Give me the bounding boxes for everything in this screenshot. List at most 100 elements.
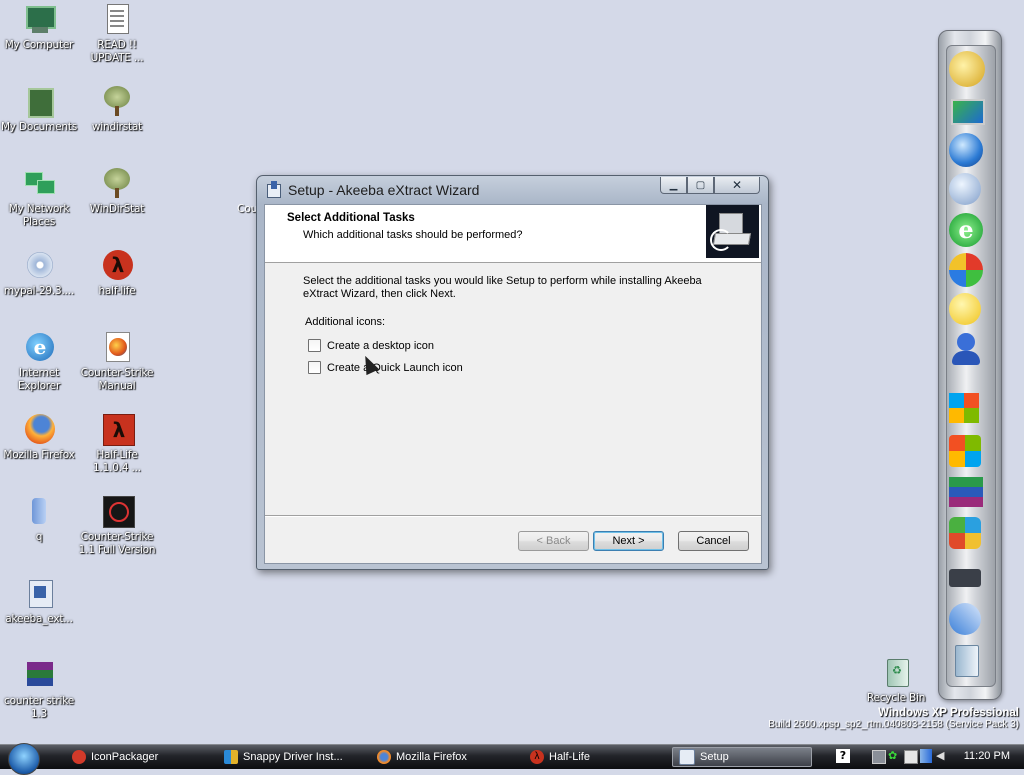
os-version-watermark: Windows XP Professional Build 2600.xpsp_… [768,707,1019,730]
tray-window-icon[interactable] [904,750,918,764]
taskbar-item-iconpackager[interactable]: IconPackager [72,747,158,767]
windows-orb-icon [8,743,40,775]
monitor-icon[interactable] [949,93,987,131]
instructions-text: Select the additional tasks you would li… [303,275,702,300]
page-subtitle: Which additional tasks should be perform… [303,229,523,241]
desktop-icon-counter-strike-13[interactable]: counter strike 1.3 [0,660,78,721]
taskbar-item-label: IconPackager [91,751,159,763]
help-icon[interactable]: ? [836,749,850,763]
text-document-icon [100,4,134,36]
taskbar-item-snappy-driver[interactable]: Snappy Driver Inst... [224,747,343,767]
smiley-icon[interactable] [949,293,987,331]
firefox-document-icon [100,332,134,364]
setup-window: Setup - Akeeba eXtract Wizard ▁ ▢ ✕ Sele… [256,175,769,570]
green-tray-icon[interactable]: ✿ [888,750,900,762]
desktop-icon-mozilla-firefox[interactable]: Mozilla Firefox [0,414,78,462]
folder-icon [22,496,56,528]
minimize-button[interactable]: ▁ [660,177,687,194]
checkbox-box[interactable] [308,361,321,374]
network-tray-icon[interactable] [920,749,932,763]
wizard-computer-icon [706,205,759,258]
media-player-icon[interactable] [949,253,987,291]
setup-icon[interactable] [266,181,282,198]
setup-icon [679,749,695,765]
setup-installer-icon [22,578,56,610]
maximize-icon: ▢ [695,179,706,191]
additional-icons-label: Additional icons: [305,316,386,328]
taskbar-item-mozilla-firefox[interactable]: Mozilla Firefox [377,747,467,767]
desktop-icon-read-update[interactable]: READ !! UPDATE ... [78,4,156,65]
desktop-icon-half-life[interactable]: λ half-life [78,250,156,298]
desktop-icon-counter-strike-manual[interactable]: Counter-Strike Manual [78,332,156,393]
lambda-icon: λ [100,250,134,282]
lambda-installer-icon: λ [100,414,135,446]
recycle-bin-icon: ♻ [879,657,913,689]
windows-flag-icon[interactable] [949,393,987,431]
close-icon: ✕ [731,178,743,192]
obscured-icon-label: Cou [237,203,258,215]
desktop-icon-internet-explorer[interactable]: e Internet Explorer [0,332,78,393]
checkbox-desktop-icon[interactable]: Create a desktop icon [308,339,434,352]
wizard-client-area: Select Additional Tasks Which additional… [264,204,762,564]
desktop-icon-windirstat-lower[interactable]: windirstat [78,86,156,134]
desktop-icon-recycle-bin[interactable]: ♻ Recycle Bin [857,657,935,705]
desktop-icon-my-computer[interactable]: My Computer [0,4,78,52]
page-title: Select Additional Tasks [287,212,415,224]
network-icon [22,168,56,200]
globe-icon[interactable] [949,133,987,171]
documents-folder-icon [22,86,56,118]
taskbar-item-setup[interactable]: Setup [672,747,812,767]
firefox-icon [22,414,56,446]
start-button[interactable] [4,741,44,775]
tree-icon [100,86,134,118]
taskbar-item-label: Mozilla Firefox [396,751,467,763]
desktop-icon-windirstat[interactable]: WinDirStat [78,168,156,216]
checkbox-label: Create a desktop icon [327,339,435,352]
desktop-icon-my-network-places[interactable]: My Network Places [0,168,78,229]
desktop-icon-mypal[interactable]: mypal-29.3.... [0,250,78,298]
maximize-button[interactable]: ▢ [687,177,714,194]
tray-app-icon[interactable] [872,750,886,764]
os-build: Build 2600.xpsp_sp2_rtm.040803-2158 (Ser… [768,719,1019,730]
wizard-body: Select the additional tasks you would li… [265,263,761,513]
internet-explorer-icon[interactable]: e [949,213,987,251]
snappy-icon [224,750,238,764]
archive-icon [22,660,56,692]
desktop-icon-akeeba-extract[interactable]: akeeba_ext... [0,578,78,626]
checkbox-box[interactable] [308,339,321,352]
desktop-icon-half-life-1104[interactable]: λ Half-Life 1.1.0.4 ... [78,414,156,475]
desktop-icon-q[interactable]: q [0,496,78,544]
taskbar-item-label: Setup [700,751,729,763]
taskbar-item-label: Snappy Driver Inst... [243,751,343,763]
desktop-icon-counter-strike-full[interactable]: Counter-Strike 1.1 Full Version [78,496,156,557]
internet-explorer-icon: e [22,332,56,364]
wizard-header: Select Additional Tasks Which additional… [265,205,761,263]
next-button[interactable]: Next > [593,531,664,551]
messenger-user-icon[interactable] [949,333,987,371]
cancel-button[interactable]: Cancel [678,531,749,551]
tools-icon[interactable] [949,603,987,641]
books-icon[interactable] [949,477,987,515]
back-button[interactable]: < Back [518,531,589,551]
taskbar: IconPackager Snappy Driver Inst... Mozil… [0,741,1024,775]
checkbox-quick-launch-icon[interactable]: Create a Quick Launch icon [308,361,463,374]
firefox-icon [377,750,391,764]
checkbox-label: Create a Quick Launch icon [327,361,463,374]
computer-icon [22,4,56,36]
minimize-icon: ▁ [669,179,678,191]
recycle-bin-icon[interactable] [949,645,987,683]
os-edition: Windows XP Professional [878,707,1019,719]
volume-icon[interactable]: ◀ [936,750,948,762]
window-title: Setup - Akeeba eXtract Wizard [288,182,480,198]
desktop-icon-my-documents[interactable]: My Documents [0,86,78,134]
windows-xp-icon[interactable] [949,517,987,555]
windows-logo-icon[interactable] [949,435,987,473]
moon-sun-icon[interactable] [949,51,987,89]
iconpackager-icon [72,750,86,764]
close-button[interactable]: ✕ [714,177,760,194]
halflife-icon: λ [530,750,544,764]
taskbar-item-half-life[interactable]: λ Half-Life [530,747,590,767]
network-globe-icon[interactable] [949,173,987,211]
clock[interactable]: 11:20 PM [964,750,1010,762]
printer-icon[interactable] [949,561,987,599]
